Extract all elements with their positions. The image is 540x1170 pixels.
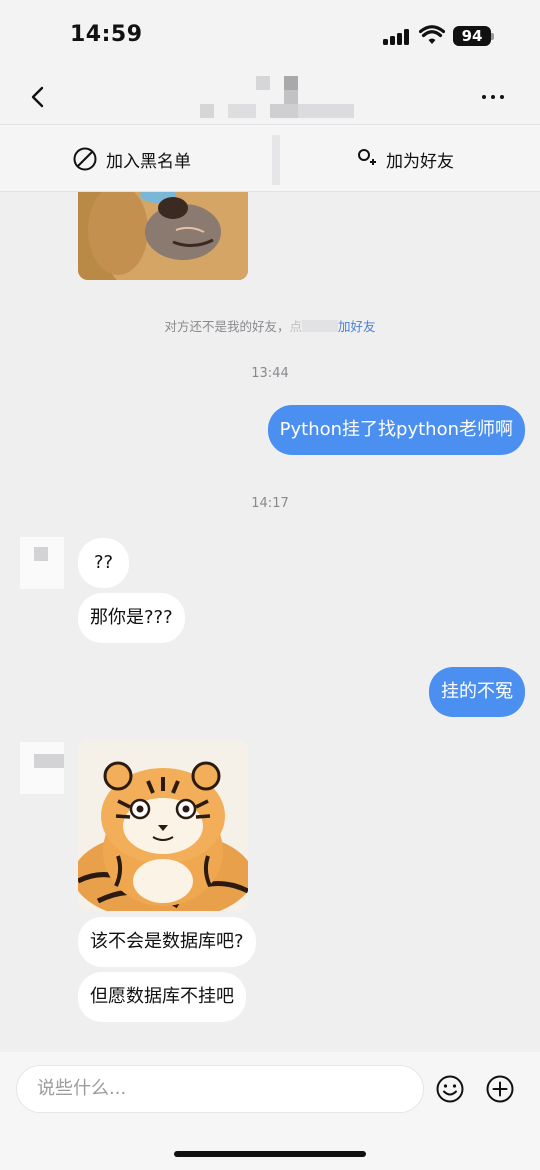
add-friend-link[interactable]: 加好友 xyxy=(338,319,376,334)
block-label: 加入黑名单 xyxy=(106,151,191,172)
notice-obscured-text: 点 xyxy=(289,319,302,334)
tiger-sticker-image[interactable] xyxy=(78,741,248,911)
status-time: 14:59 xyxy=(70,22,143,47)
status-bar: 14:59 94 xyxy=(0,0,540,70)
add-friend-button[interactable]: 加为好友 xyxy=(356,125,454,193)
add-friend-label: 加为好友 xyxy=(386,151,454,172)
outgoing-message[interactable]: 挂的不冤 xyxy=(429,667,525,717)
block-icon xyxy=(72,146,98,172)
signal-icon xyxy=(383,29,409,45)
notice-mosaic xyxy=(302,320,338,332)
add-friend-icon xyxy=(356,148,378,170)
nav-bar xyxy=(0,70,540,124)
incoming-message[interactable]: 但愿数据库不挂吧 xyxy=(78,972,246,1022)
timestamp: 13:44 xyxy=(251,366,289,381)
avatar[interactable] xyxy=(20,742,64,794)
more-icon[interactable] xyxy=(480,82,510,112)
notice-text: 对方还不是我的好友， xyxy=(164,319,290,334)
home-indicator xyxy=(174,1151,366,1157)
battery-tip xyxy=(491,33,494,40)
emoji-icon[interactable] xyxy=(435,1074,465,1104)
action-divider xyxy=(272,135,280,185)
avatar[interactable] xyxy=(20,537,64,589)
block-button[interactable]: 加入黑名单 xyxy=(72,125,191,193)
system-notice: 对方还不是我的好友，点 加好友 xyxy=(0,316,540,335)
incoming-message[interactable]: ?? xyxy=(78,538,130,588)
battery-indicator: 94 xyxy=(453,26,491,46)
incoming-message[interactable]: 那你是??? xyxy=(78,593,185,643)
timestamp: 14:17 xyxy=(251,496,289,511)
back-icon[interactable] xyxy=(26,82,50,112)
message-input[interactable]: 说些什么... xyxy=(16,1065,424,1113)
outgoing-message[interactable]: Python挂了找python老师啊 xyxy=(267,405,525,455)
incoming-message[interactable]: 该不会是数据库吧? xyxy=(78,917,256,967)
action-bar: 加入黑名单 加为好友 xyxy=(0,124,540,192)
wifi-icon xyxy=(419,25,445,44)
plus-icon[interactable] xyxy=(485,1074,515,1104)
